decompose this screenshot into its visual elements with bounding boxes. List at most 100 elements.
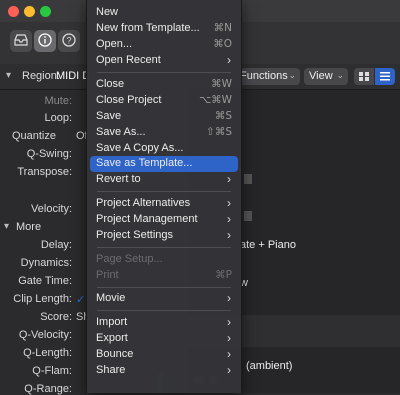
chevron-right-icon: › bbox=[227, 212, 231, 226]
menu-item-save[interactable]: Save ⌘S bbox=[90, 109, 238, 125]
chevron-right-icon: › bbox=[227, 347, 231, 361]
menu-item-movie[interactable]: Movie › bbox=[90, 291, 238, 307]
menu-item-label: New from Template... bbox=[96, 22, 200, 34]
menu-item-new[interactable]: New bbox=[90, 5, 238, 21]
shortcut-label: ⌥⌘W bbox=[199, 94, 232, 106]
menu-item-project-management[interactable]: Project Management › bbox=[90, 212, 238, 228]
menu-item-revert-to[interactable]: Revert to › bbox=[90, 172, 238, 188]
list-view-button[interactable] bbox=[375, 68, 395, 85]
loop-label: Loop: bbox=[44, 112, 72, 124]
transpose-label: Transpose: bbox=[17, 166, 72, 178]
shortcut-label: ⌘P bbox=[215, 269, 232, 281]
menu-item-label: Page Setup... bbox=[96, 253, 163, 265]
shortcut-label: ⌘W bbox=[211, 78, 232, 90]
close-window-button[interactable] bbox=[8, 6, 19, 17]
disclosure-chevron-icon[interactable]: ▾ bbox=[6, 70, 11, 81]
menu-item-label: Revert to bbox=[96, 173, 141, 185]
minimize-window-button[interactable] bbox=[24, 6, 35, 17]
dynamics-label: Dynamics: bbox=[20, 257, 72, 269]
chevron-right-icon: › bbox=[227, 196, 231, 210]
velocity-label: Velocity: bbox=[31, 203, 72, 215]
menu-item-project-settings[interactable]: Project Settings › bbox=[90, 228, 238, 244]
region-prefix: Region: bbox=[22, 70, 60, 82]
track-name: (ambient) bbox=[246, 360, 293, 372]
menu-item-close[interactable]: Close ⌘W bbox=[90, 77, 238, 93]
grid-view-button[interactable] bbox=[354, 68, 374, 85]
menu-separator bbox=[97, 247, 231, 248]
svg-text:?: ? bbox=[66, 35, 71, 45]
file-menu: New New from Template... ⌘N Open... ⌘O Ope… bbox=[86, 0, 242, 393]
menu-item-label: Movie bbox=[96, 292, 126, 304]
small-button[interactable] bbox=[244, 174, 252, 184]
q-velocity-label: Q-Velocity: bbox=[18, 329, 72, 341]
menu-item-label: Share bbox=[96, 364, 126, 376]
grid-icon bbox=[359, 72, 369, 81]
menu-item-label: Import bbox=[96, 316, 128, 328]
clip-length-label: Clip Length: bbox=[13, 293, 72, 305]
library-button[interactable] bbox=[10, 30, 32, 52]
inspector-button[interactable] bbox=[34, 30, 56, 52]
gate-time-label: Gate Time: bbox=[18, 275, 72, 287]
shortcut-label: ⇧⌘S bbox=[206, 126, 232, 138]
more-label[interactable]: More bbox=[16, 221, 41, 233]
menu-item-import[interactable]: Import › bbox=[90, 315, 238, 331]
chevron-right-icon: › bbox=[227, 331, 231, 345]
menu-item-export[interactable]: Export › bbox=[90, 331, 238, 347]
menu-item-page-setup: Page Setup... bbox=[90, 252, 238, 268]
menu-item-label: Export bbox=[96, 332, 128, 344]
menu-item-save-copy-as[interactable]: Save A Copy As... bbox=[90, 141, 238, 157]
menu-item-open[interactable]: Open... ⌘O bbox=[90, 37, 238, 53]
menu-item-save-as[interactable]: Save As... ⇧⌘S bbox=[90, 125, 238, 141]
chevron-down-icon: ⌄ bbox=[336, 70, 344, 80]
menu-separator bbox=[97, 287, 231, 288]
menu-item-label: Print bbox=[96, 269, 119, 281]
menu-item-label: Project Alternatives bbox=[96, 197, 191, 209]
quick-help-button[interactable]: ? bbox=[58, 30, 80, 52]
chevron-right-icon: › bbox=[227, 172, 231, 186]
menu-item-project-alternatives[interactable]: Project Alternatives › bbox=[90, 196, 238, 212]
menu-item-bounce[interactable]: Bounce › bbox=[90, 347, 238, 363]
menu-item-print: Print ⌘P bbox=[90, 268, 238, 284]
menu-item-label: Close Project bbox=[96, 94, 162, 106]
zoom-window-button[interactable] bbox=[40, 6, 51, 17]
list-icon bbox=[380, 72, 390, 81]
q-length-label: Q-Length: bbox=[23, 347, 72, 359]
chevron-right-icon: › bbox=[227, 315, 231, 329]
menu-item-new-from-template[interactable]: New from Template... ⌘N bbox=[90, 21, 238, 37]
clip-length-checkbox[interactable]: ✓ bbox=[76, 293, 86, 306]
q-swing-label: Q-Swing: bbox=[26, 148, 72, 160]
menu-separator bbox=[97, 191, 231, 192]
chevron-right-icon: › bbox=[227, 53, 231, 67]
chevron-right-icon: › bbox=[227, 363, 231, 377]
q-flam-label: Q-Flam: bbox=[32, 365, 72, 377]
delay-label: Delay: bbox=[40, 239, 72, 251]
menu-item-label: Save as Template... bbox=[96, 157, 193, 169]
functions-menu[interactable]: Functions ⌄ bbox=[240, 68, 300, 85]
region-inspector: Mute: Loop: Quantize Of Q-Swing: Transpo… bbox=[0, 90, 89, 395]
menu-item-label: Project Settings bbox=[96, 229, 174, 241]
chevron-right-icon: › bbox=[227, 228, 231, 242]
chevron-right-icon: › bbox=[227, 291, 231, 305]
menu-item-label: Project Management bbox=[96, 213, 198, 225]
shortcut-label: ⌘S bbox=[214, 110, 232, 122]
small-button[interactable] bbox=[244, 211, 252, 221]
more-disclosure-icon[interactable]: ▾ bbox=[4, 221, 9, 232]
q-range-label: Q-Range: bbox=[24, 383, 72, 395]
view-menu[interactable]: View ⌄ bbox=[304, 68, 348, 85]
menu-item-label: Bounce bbox=[96, 348, 134, 360]
menu-item-share[interactable]: Share › bbox=[90, 363, 238, 379]
chevron-down-icon: ⌄ bbox=[288, 70, 296, 80]
menu-item-label: Save bbox=[96, 110, 122, 122]
menu-item-save-as-template[interactable]: Save as Template... bbox=[90, 156, 238, 172]
menu-item-open-recent[interactable]: Open Recent › bbox=[90, 53, 238, 69]
checkmark-icon: ✓ bbox=[76, 294, 86, 306]
menu-item-close-project[interactable]: Close Project ⌥⌘W bbox=[90, 93, 238, 109]
quantize-label: Quantize bbox=[11, 130, 56, 142]
track-name: ate + Piano bbox=[240, 239, 296, 251]
menu-separator bbox=[97, 72, 231, 73]
help-icon: ? bbox=[62, 32, 76, 50]
menu-item-label: Save A Copy As... bbox=[96, 142, 184, 154]
menu-item-label: Close bbox=[96, 78, 125, 90]
menu-separator bbox=[97, 310, 231, 311]
mute-label: Mute: bbox=[44, 95, 72, 107]
